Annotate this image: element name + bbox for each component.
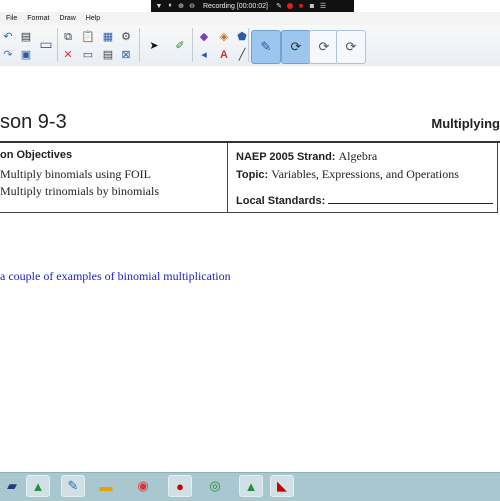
pens-icon[interactable]: ✐ — [172, 38, 188, 54]
naep-label: NAEP 2005 Strand: — [236, 151, 336, 163]
pdf-reader-icon[interactable]: ◣ — [270, 475, 294, 497]
fill-icon[interactable]: ◈ — [216, 29, 232, 45]
blank-page-icon[interactable]: ▭ — [80, 47, 96, 63]
text-tool-icon[interactable]: A — [216, 47, 232, 63]
menu-file[interactable]: File — [6, 15, 17, 22]
pen-style-1-button[interactable]: ⟳ — [281, 30, 311, 64]
objective-item: Multiply binomials using FOIL — [0, 167, 152, 181]
local-standards: Local Standards: — [236, 194, 494, 207]
naep-strand: NAEP 2005 Strand: Algebra — [236, 149, 377, 164]
objective-item: Multiply trinomials by binomials — [0, 184, 159, 198]
topic-line: Topic: Variables, Expressions, and Opera… — [236, 167, 459, 182]
handwritten-note: a couple of examples of binomial multipl… — [0, 269, 231, 283]
local-label: Local Standards: — [236, 195, 326, 207]
pen-style-2-icon: ⟳ — [318, 39, 330, 54]
save-icon[interactable]: ▣ — [18, 47, 34, 63]
objectives-heading: on Objectives — [0, 149, 73, 161]
pen-icon[interactable]: ✎ — [275, 2, 283, 10]
recording-label: Recording [00:00:02] — [203, 2, 268, 10]
naep-value: Algebra — [338, 149, 378, 163]
start-icon[interactable]: ▰ — [0, 475, 24, 497]
pause-icon[interactable]: ⏸ — [166, 2, 174, 10]
camera-icon[interactable]: ◙ — [308, 2, 316, 10]
paste-icon[interactable]: 📋 — [80, 29, 96, 45]
redo-icon[interactable]: ↷ — [0, 47, 16, 63]
new-page-icon[interactable]: ▤ — [100, 47, 116, 63]
open-icon[interactable]: ▤ — [18, 29, 34, 45]
recording-bar: ▼ ⏸ ⊕ ⊖ Recording [00:00:02] ✎ ■ ◙ ☰ — [151, 0, 354, 12]
highlighter-button[interactable]: ✎ — [251, 30, 281, 64]
pen-style-3-button[interactable]: ⟳ — [336, 30, 366, 64]
menu-icon[interactable]: ☰ — [319, 2, 327, 10]
local-standards-blank — [328, 194, 494, 204]
undo-icon[interactable]: ↶ — [0, 29, 16, 45]
pen-style-1-icon: ⟳ — [290, 39, 302, 54]
lesson-title: son 9-3 — [0, 111, 67, 133]
page-icon[interactable]: ▦ — [100, 29, 116, 45]
search-icon[interactable]: ⚙ — [118, 29, 134, 45]
chrome-icon[interactable]: ◉ — [131, 475, 155, 497]
eraser-icon[interactable]: ◆ — [196, 29, 212, 45]
topic-label: Topic: — [236, 169, 269, 181]
lesson-topic: Multiplying — [431, 116, 500, 131]
notes-app-icon[interactable]: ✎ — [61, 475, 85, 497]
menu-format[interactable]: Format — [27, 15, 49, 22]
zoom-out-icon[interactable]: ⊖ — [188, 2, 196, 10]
pen-style-3-icon: ⟳ — [345, 39, 357, 54]
select-cursor-icon[interactable]: ➤ — [146, 38, 162, 54]
copy-icon[interactable]: ⧉ — [60, 29, 76, 45]
green-app-icon[interactable]: ◎ — [203, 475, 227, 497]
pen-style-2-button[interactable]: ⟳ — [309, 30, 339, 64]
close-page-icon[interactable]: ⊠ — [118, 47, 134, 63]
menu-draw[interactable]: Draw — [59, 15, 75, 22]
stop-icon[interactable]: ■ — [297, 2, 305, 10]
screen-icon[interactable]: ▭ — [38, 36, 54, 52]
delete-icon[interactable]: ✕ — [60, 47, 76, 63]
recorder-icon[interactable]: ● — [168, 475, 192, 497]
objectives-divider — [227, 143, 228, 213]
menu-help[interactable]: Help — [86, 15, 100, 22]
zoom-icon[interactable]: ⊕ — [177, 2, 185, 10]
dropdown-arrow-icon[interactable]: ▼ — [155, 2, 163, 10]
smart-notebook-2-icon[interactable]: ▲ — [239, 475, 263, 497]
highlighter-icon: ✎ — [260, 39, 272, 54]
menu-bar: File Format Draw Help — [0, 12, 500, 25]
record-icon[interactable] — [286, 2, 294, 10]
smart-notebook-icon[interactable]: ▲ — [26, 475, 50, 497]
topic-value: Variables, Expressions, and Operations — [271, 167, 459, 181]
pointer-tool-icon[interactable]: ◂ — [196, 47, 212, 63]
file-explorer-icon[interactable]: ▬ — [94, 475, 118, 497]
